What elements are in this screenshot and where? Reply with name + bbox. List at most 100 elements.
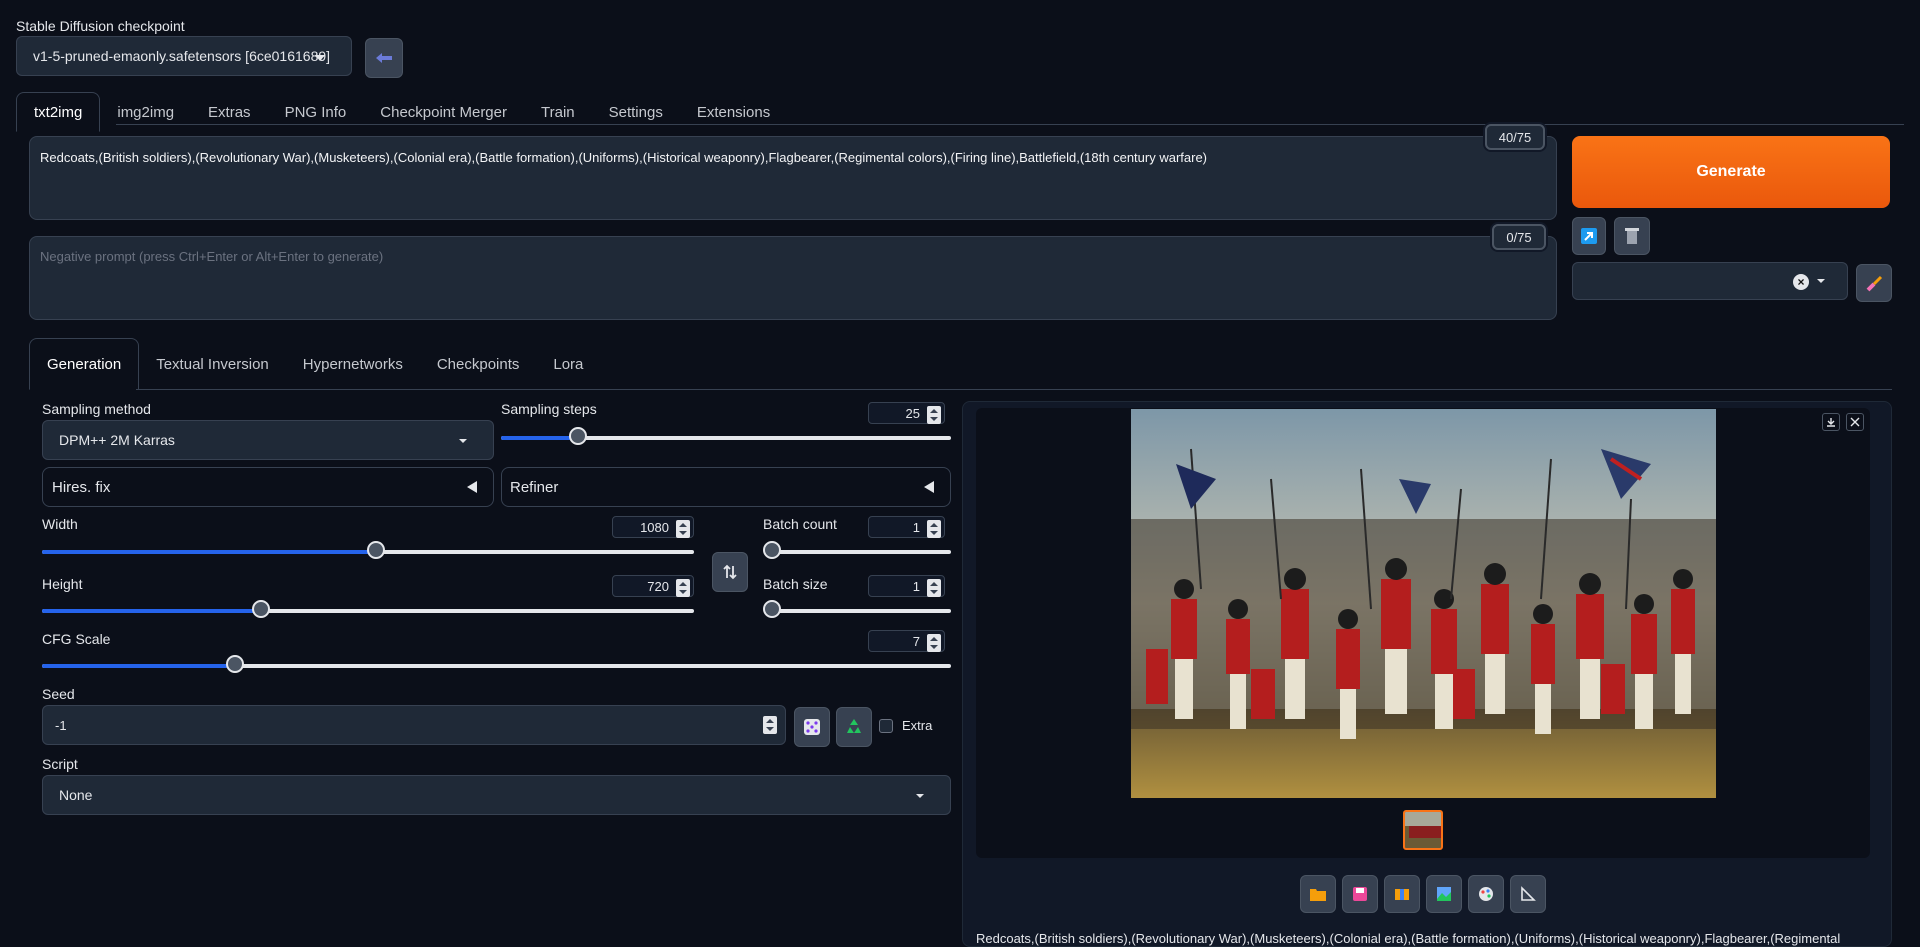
subtab-checkpoints[interactable]: Checkpoints (420, 338, 537, 390)
stepper-icon[interactable] (927, 579, 941, 597)
batch-count-slider[interactable] (763, 541, 951, 559)
random-seed-button[interactable] (794, 707, 830, 747)
zip-button[interactable] (1384, 875, 1420, 913)
open-folder-button[interactable] (1300, 875, 1336, 913)
slider-thumb[interactable] (763, 600, 781, 618)
refresh-checkpoint-button[interactable] (365, 38, 403, 78)
sampling-steps-slider[interactable] (501, 427, 951, 445)
save-icon (1353, 887, 1367, 901)
tab-settings[interactable]: Settings (592, 92, 680, 132)
tab-png-info[interactable]: PNG Info (268, 92, 364, 132)
arrow-up-left-icon (1581, 228, 1597, 244)
hires-fix-label: Hires. fix (52, 479, 111, 496)
refresh-checkpoint-icon (376, 53, 392, 63)
subtab-textual-inversion[interactable]: Textual Inversion (139, 338, 286, 390)
negative-token-counter: 0/75 (1492, 224, 1546, 250)
batch-size-input[interactable]: 1 (868, 575, 945, 597)
apply-styles-button[interactable] (1856, 264, 1892, 302)
height-slider[interactable] (42, 600, 694, 618)
refiner-accordion[interactable]: Refiner (501, 467, 951, 507)
dice-icon (804, 719, 820, 735)
slider-thumb[interactable] (763, 541, 781, 559)
width-slider[interactable] (42, 541, 694, 559)
chevron-down-icon (315, 55, 325, 61)
stepper-icon[interactable] (927, 406, 941, 424)
close-preview-button[interactable] (1846, 413, 1864, 431)
prompt-textarea[interactable]: Redcoats,(British soldiers),(Revolutiona… (29, 136, 1557, 220)
slider-thumb[interactable] (568, 427, 587, 445)
script-label: Script (42, 756, 78, 772)
seed-label: Seed (42, 686, 75, 702)
tab-train[interactable]: Train (524, 92, 592, 132)
checkpoint-value: v1-5-pruned-emaonly.safetensors [6ce0161… (33, 48, 331, 64)
send-to-inpaint-button[interactable] (1468, 875, 1504, 913)
stepper-icon[interactable] (676, 520, 690, 538)
hires-fix-accordion[interactable]: Hires. fix (42, 467, 494, 507)
slider-thumb[interactable] (367, 541, 386, 559)
cfg-scale-input[interactable]: 7 (868, 630, 945, 652)
sampling-method-dropdown[interactable]: DPM++ 2M Karras (42, 420, 494, 460)
stepper-icon[interactable] (763, 716, 777, 734)
seed-input[interactable]: -1 (42, 705, 786, 745)
stepper-icon[interactable] (927, 520, 941, 538)
stepper-icon[interactable] (676, 579, 690, 597)
output-caption: Redcoats,(British soldiers),(Revolutiona… (976, 931, 1841, 946)
height-label: Height (42, 576, 83, 592)
save-button[interactable] (1342, 875, 1378, 913)
subtab-lora[interactable]: Lora (536, 338, 600, 390)
generated-image[interactable] (1131, 409, 1716, 798)
close-icon (1850, 417, 1860, 427)
tab-img2img[interactable]: img2img (100, 92, 191, 132)
x-icon[interactable]: × (1793, 274, 1809, 290)
swap-dimensions-button[interactable] (712, 552, 748, 592)
subtab-generation[interactable]: Generation (29, 338, 140, 390)
styles-dropdown[interactable]: × (1572, 262, 1848, 300)
width-input[interactable]: 1080 (612, 516, 694, 538)
batch-size-slider[interactable] (763, 600, 951, 618)
batch-count-input[interactable]: 1 (868, 516, 945, 538)
slider-thumb[interactable] (252, 600, 271, 618)
sampling-steps-label: Sampling steps (501, 401, 597, 417)
download-button[interactable] (1822, 413, 1840, 431)
checkpoint-dropdown[interactable]: v1-5-pruned-emaonly.safetensors [6ce0161… (16, 36, 352, 76)
main-tabs: txt2img img2img Extras PNG Info Checkpoi… (16, 92, 787, 132)
send-to-inpaint-icon (1479, 887, 1493, 901)
reuse-seed-button[interactable] (836, 707, 872, 747)
tab-extras[interactable]: Extras (191, 92, 268, 132)
prompt-text: Redcoats,(British soldiers),(Revolutiona… (40, 150, 1208, 165)
sampling-steps-input[interactable]: 25 (868, 402, 945, 424)
chevron-down-icon (459, 439, 467, 443)
paintbrush-icon (1866, 275, 1883, 292)
send-to-img2img-icon (1437, 887, 1451, 901)
trash-icon (1625, 228, 1639, 244)
height-input[interactable]: 720 (612, 575, 694, 597)
subtabs-divider (136, 389, 1892, 390)
send-to-img2img-button[interactable] (1426, 875, 1462, 913)
send-to-extras-button[interactable] (1510, 875, 1546, 913)
width-label: Width (42, 516, 78, 532)
refiner-label: Refiner (510, 479, 559, 496)
script-value: None (59, 787, 93, 803)
tab-txt2img[interactable]: txt2img (16, 92, 101, 132)
extra-checkbox[interactable] (879, 719, 893, 733)
read-params-button[interactable] (1572, 217, 1606, 255)
tabs-divider (116, 124, 1904, 125)
cfg-scale-slider[interactable] (42, 655, 951, 673)
generate-button[interactable]: Generate (1572, 136, 1890, 208)
gallery-thumbnail[interactable] (1403, 810, 1443, 850)
chevron-down-icon (1817, 279, 1825, 283)
zip-icon (1395, 889, 1409, 900)
swap-dimensions-icon (723, 564, 737, 580)
tab-checkpoint-merger[interactable]: Checkpoint Merger (363, 92, 524, 132)
subtab-hypernetworks[interactable]: Hypernetworks (286, 338, 420, 390)
clear-prompt-button[interactable] (1614, 217, 1650, 255)
slider-thumb[interactable] (225, 655, 244, 673)
generation-subtabs: Generation Textual Inversion Hypernetwor… (29, 338, 600, 390)
checkpoint-label: Stable Diffusion checkpoint (16, 18, 185, 34)
script-dropdown[interactable]: None (42, 775, 951, 815)
negative-prompt-textarea[interactable]: Negative prompt (press Ctrl+Enter or Alt… (29, 236, 1557, 320)
tab-extensions[interactable]: Extensions (680, 92, 787, 132)
chevron-down-icon (916, 794, 924, 798)
send-to-extras-icon (1521, 886, 1536, 901)
stepper-icon[interactable] (927, 634, 941, 652)
